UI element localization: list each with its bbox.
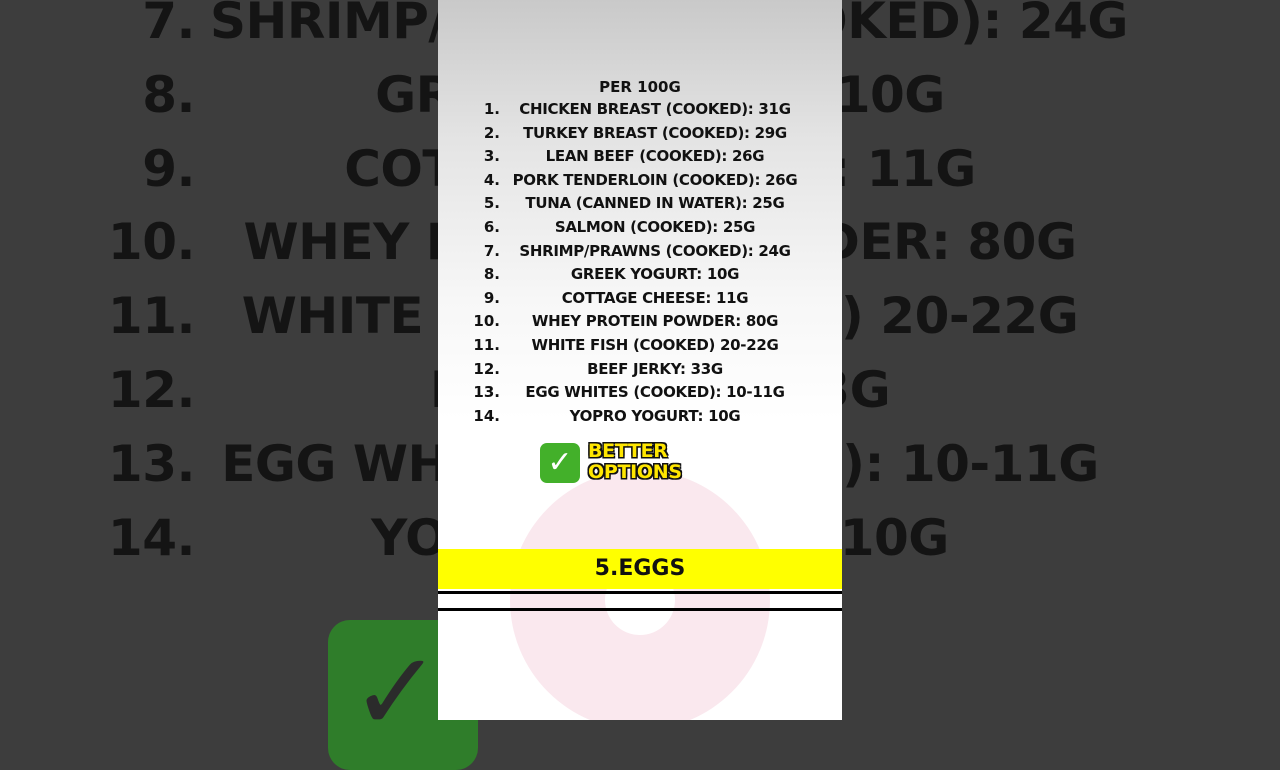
bg-row-number: 12. bbox=[107, 361, 196, 419]
item-number: 9. bbox=[483, 288, 500, 307]
item-number: 2. bbox=[483, 123, 500, 142]
item-number: 3. bbox=[483, 147, 500, 166]
item-number: 10. bbox=[473, 312, 500, 331]
list-item: 4. PORK TENDERLOIN (COOKED): 26G bbox=[438, 171, 842, 195]
divider bbox=[438, 591, 842, 594]
bg-row-number: 10. bbox=[107, 213, 196, 271]
video-panel: PER 100G 1. CHICKEN BREAST (COOKED): 31G … bbox=[438, 0, 842, 720]
item-text: LEAN BEEF (COOKED): 26G bbox=[545, 147, 765, 166]
bg-row-number: 11. bbox=[107, 287, 196, 345]
list-item: 10. WHEY PROTEIN POWDER: 80G bbox=[438, 312, 842, 336]
item-number: 13. bbox=[473, 383, 500, 402]
bg-row-number: 7. bbox=[142, 0, 195, 50]
item-text: WHEY PROTEIN POWDER: 80G bbox=[531, 312, 779, 331]
better-options-badge: ✓ BETTER OPTIONS bbox=[540, 441, 700, 487]
badge-line-1: BETTER bbox=[588, 440, 668, 462]
list-item: 12. BEEF JERKY: 33G bbox=[438, 360, 842, 384]
item-text: EGG WHITES (COOKED): 10-11G bbox=[525, 383, 785, 402]
item-text: TUNA (CANNED IN WATER): 25G bbox=[525, 194, 785, 213]
item-text: WHITE FISH (COOKED) 20-22G bbox=[531, 335, 779, 354]
item-text: PORK TENDERLOIN (COOKED): 26G bbox=[512, 170, 798, 189]
list-item: 14. YOPRO YOGURT: 10G bbox=[438, 407, 842, 431]
better-options-label: BETTER OPTIONS bbox=[588, 441, 682, 483]
item-number: 12. bbox=[473, 359, 500, 378]
item-number: 6. bbox=[483, 217, 500, 236]
item-text: SHRIMP/PRAWNS (COOKED): 24G bbox=[519, 241, 791, 260]
list-header: PER 100G bbox=[599, 78, 681, 96]
item-number: 1. bbox=[483, 100, 500, 118]
item-number: 5. bbox=[483, 194, 500, 213]
list-item: 5. TUNA (CANNED IN WATER): 25G bbox=[438, 194, 842, 218]
item-text: TURKEY BREAST (COOKED): 29G bbox=[523, 123, 787, 142]
protein-list: 1. CHICKEN BREAST (COOKED): 31G 2. TURKEY … bbox=[438, 100, 842, 430]
item-number: 11. bbox=[473, 335, 500, 354]
divider bbox=[438, 608, 842, 611]
bg-row-number: 14. bbox=[107, 509, 196, 567]
item-text: YOPRO YOGURT: 10G bbox=[569, 406, 741, 425]
item-number: 8. bbox=[483, 265, 500, 284]
list-item: 6. SALMON (COOKED): 25G bbox=[438, 218, 842, 242]
bg-row-number: 9. bbox=[142, 140, 195, 198]
list-item: 3. LEAN BEEF (COOKED): 26G bbox=[438, 147, 842, 171]
list-item: 13. EGG WHITES (COOKED): 10-11G bbox=[438, 383, 842, 407]
list-item: 1. CHICKEN BREAST (COOKED): 31G bbox=[438, 100, 842, 124]
bg-row-number: 8. bbox=[142, 66, 195, 124]
badge-line-2: OPTIONS bbox=[588, 461, 682, 483]
list-item: 2. TURKEY BREAST (COOKED): 29G bbox=[438, 124, 842, 148]
list-item: 7. SHRIMP/PRAWNS (COOKED): 24G bbox=[438, 242, 842, 266]
list-item: 11. WHITE FISH (COOKED) 20-22G bbox=[438, 336, 842, 360]
list-item: 9. COTTAGE CHEESE: 11G bbox=[438, 289, 842, 313]
item-number: 14. bbox=[473, 406, 500, 425]
item-text: GREEK YOGURT: 10G bbox=[570, 265, 740, 284]
item-text: COTTAGE CHEESE: 11G bbox=[561, 288, 749, 307]
item-text: SALMON (COOKED): 25G bbox=[554, 217, 756, 236]
caption-bar: 5.EGGS bbox=[438, 549, 842, 589]
bg-row-number: 13. bbox=[107, 435, 196, 493]
item-number: 7. bbox=[483, 241, 500, 260]
check-mark-icon: ✓ bbox=[540, 443, 580, 483]
item-text: BEEF JERKY: 33G bbox=[587, 359, 723, 378]
list-item: 8. GREEK YOGURT: 10G bbox=[438, 265, 842, 289]
item-text: CHICKEN BREAST (COOKED): 31G bbox=[519, 100, 791, 118]
item-number: 4. bbox=[483, 170, 500, 189]
